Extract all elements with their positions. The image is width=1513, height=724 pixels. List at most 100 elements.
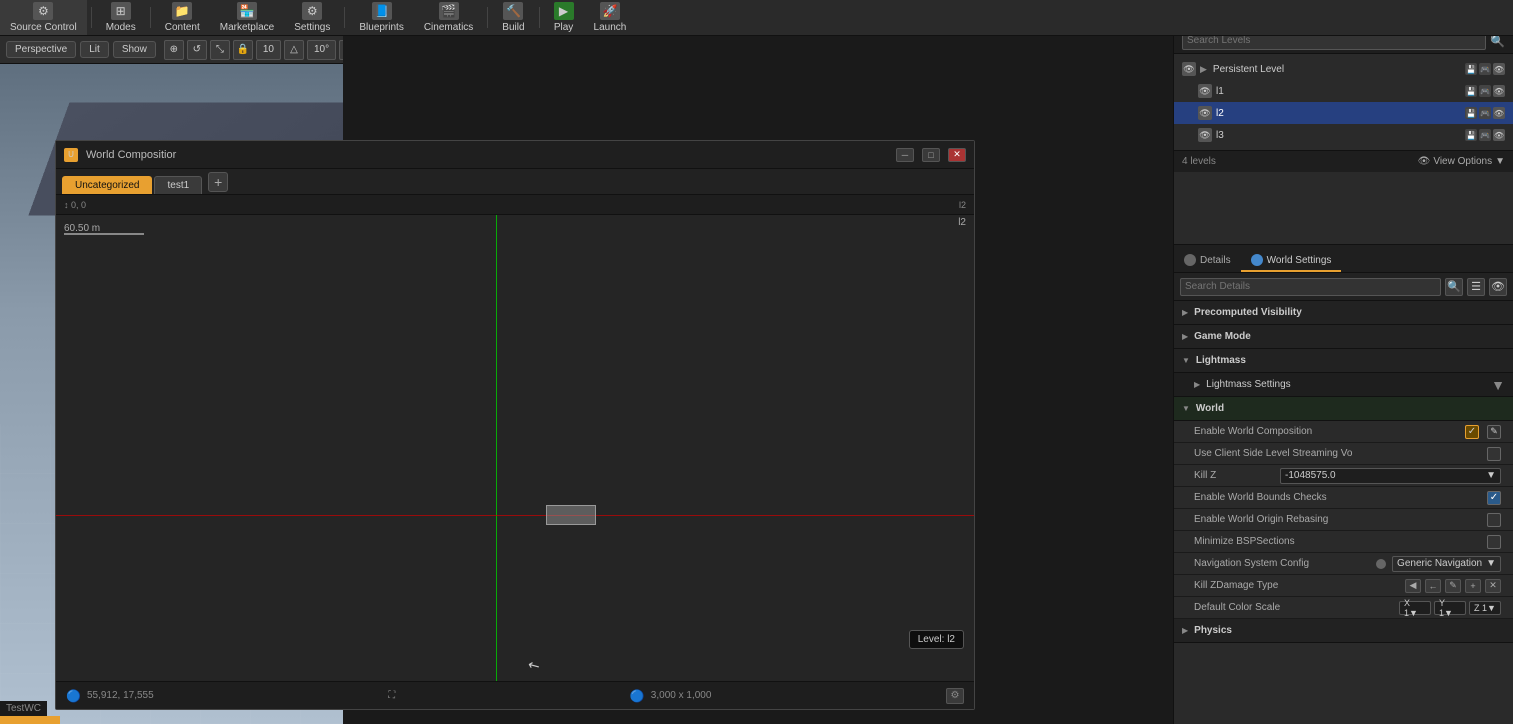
toolbar-content[interactable]: 📁 Content: [155, 0, 210, 35]
level-eye-persistent[interactable]: 👁: [1182, 62, 1196, 76]
wc-restore-btn[interactable]: □: [922, 148, 940, 162]
view-options-btn[interactable]: 👁 View Options ▼: [1418, 156, 1505, 167]
level-l2-play[interactable]: 🎮: [1479, 107, 1491, 119]
tab-details[interactable]: Details: [1174, 250, 1241, 272]
toolbar-play[interactable]: ▶ Play: [544, 0, 584, 35]
enable-world-bounds-label: Enable World Bounds Checks: [1194, 492, 1481, 503]
scale-snap-icon[interactable]: ⊡: [339, 40, 343, 60]
snap-icon[interactable]: 🔒: [233, 40, 253, 60]
wc-tab-uncategorized[interactable]: Uncategorized: [62, 176, 152, 194]
level-vis-icon[interactable]: 👁: [1493, 63, 1505, 75]
top-toolbar: ⚙ Source Control ⊞ Modes 📁 Content 🏪 Mar…: [0, 0, 1513, 36]
levels-count: 4 levels: [1182, 156, 1216, 167]
level-l1-play[interactable]: 🎮: [1479, 85, 1491, 97]
kill-zdmg-label: Kill ZDamage Type: [1194, 580, 1296, 591]
section-game-mode[interactable]: ▶ Game Mode: [1174, 325, 1513, 349]
section-lightmass-settings[interactable]: ▶ Lightmass Settings ▼: [1174, 373, 1513, 397]
level-name-persistent: Persistent Level: [1213, 64, 1461, 75]
toolbar-marketplace[interactable]: 🏪 Marketplace: [210, 0, 284, 35]
toolbar-source-control[interactable]: ⚙ Source Control: [0, 0, 87, 35]
toolbar-cinematics[interactable]: 🎬 Cinematics: [414, 0, 483, 35]
kill-zdmg-arrow-left[interactable]: ◀: [1405, 579, 1421, 593]
section-world[interactable]: ▼ World: [1174, 397, 1513, 421]
nav-system-dropdown[interactable]: Generic Navigation ▼: [1392, 556, 1501, 572]
toolbar-sep-2: [150, 7, 151, 28]
section-lightmass[interactable]: ▼ Lightmass: [1174, 349, 1513, 373]
minimize-bsp-checkbox[interactable]: [1487, 535, 1501, 549]
details-content: ▶ Precomputed Visibility ▶ Game Mode ▼ L…: [1174, 301, 1513, 724]
tab-world-settings[interactable]: World Settings: [1241, 250, 1342, 272]
translate-icon[interactable]: ⊕: [164, 40, 184, 60]
enable-world-composition-edit[interactable]: ✎: [1487, 425, 1501, 439]
rotate-icon[interactable]: ↺: [187, 40, 207, 60]
kill-zdmg-edit[interactable]: ✎: [1445, 579, 1461, 593]
toolbar-settings[interactable]: ⚙ Settings: [284, 0, 340, 35]
lightmass-expand-icon[interactable]: ▼: [1491, 377, 1505, 393]
enable-world-origin-checkbox[interactable]: [1487, 513, 1501, 527]
level-row-l2[interactable]: 👁 l2 💾 🎮 👁: [1174, 102, 1513, 124]
default-color-y[interactable]: Y 1▼: [1434, 601, 1466, 615]
level-l3-vis[interactable]: 👁: [1493, 129, 1505, 141]
lightmass-settings-title: Lightmass Settings: [1206, 379, 1291, 390]
level-l1-vis[interactable]: 👁: [1493, 85, 1505, 97]
enable-world-composition-checkbox[interactable]: ✓: [1465, 425, 1479, 439]
perspective-btn[interactable]: Perspective: [6, 41, 76, 58]
prop-enable-world-origin: Enable World Origin Rebasing: [1174, 509, 1513, 531]
level-l3-play[interactable]: 🎮: [1479, 129, 1491, 141]
level-eye-l2[interactable]: 👁: [1198, 106, 1212, 120]
section-physics[interactable]: ▶ Physics: [1174, 619, 1513, 643]
modes-icon: ⊞: [111, 2, 131, 20]
level-l2-save[interactable]: 💾: [1465, 107, 1477, 119]
section-precomputed-visibility[interactable]: ▶ Precomputed Visibility: [1174, 301, 1513, 325]
kill-zdmg-add2[interactable]: +: [1465, 579, 1481, 593]
level-save-icon[interactable]: 💾: [1465, 63, 1477, 75]
wc-tab-test1[interactable]: test1: [154, 176, 202, 194]
source-control-icon: ⚙: [33, 2, 53, 20]
build-icon: 🔨: [503, 2, 523, 20]
level-l3-save[interactable]: 💾: [1465, 129, 1477, 141]
kill-z-label: Kill Z: [1194, 470, 1274, 481]
wc-canvas-area[interactable]: 60.50 m l2 ↖ Level: l2: [56, 215, 974, 681]
level-l1-save[interactable]: 💾: [1465, 85, 1477, 97]
details-search-input[interactable]: [1180, 278, 1441, 296]
toolbar-blueprints[interactable]: 📘 Blueprints: [349, 0, 413, 35]
toolbar-launch[interactable]: 🚀 Launch: [584, 0, 637, 35]
show-btn[interactable]: Show: [113, 41, 156, 58]
wc-selected-tile[interactable]: [546, 505, 596, 525]
lit-btn[interactable]: Lit: [80, 41, 109, 58]
level-name-l2: l2: [1216, 108, 1461, 119]
level-row-l3[interactable]: 👁 l3 💾 🎮 👁: [1174, 124, 1513, 146]
default-color-x[interactable]: X 1▼: [1399, 601, 1431, 615]
scale-icon[interactable]: ⤡: [210, 40, 230, 60]
wc-cursor: ↖: [525, 655, 544, 676]
wc-tab-add[interactable]: +: [208, 172, 228, 192]
default-color-z[interactable]: Z 1▼: [1469, 601, 1501, 615]
level-eye-l3[interactable]: 👁: [1198, 128, 1212, 142]
angle-value[interactable]: 10°: [307, 40, 336, 60]
level-row-persistent[interactable]: 👁 ▶ Persistent Level 💾 🎮 👁: [1174, 58, 1513, 80]
details-search-btn[interactable]: 🔍: [1445, 278, 1463, 296]
level-name-l1: l1: [1216, 86, 1461, 97]
use-client-side-checkbox[interactable]: [1487, 447, 1501, 461]
level-eye-l1[interactable]: 👁: [1198, 84, 1212, 98]
level-l2-vis[interactable]: 👁: [1493, 107, 1505, 119]
level-row-l1[interactable]: 👁 l1 💾 🎮 👁: [1174, 80, 1513, 102]
wc-minimize-btn[interactable]: ─: [896, 148, 914, 162]
angle-icon[interactable]: △: [284, 40, 304, 60]
toolbar-modes[interactable]: ⊞ Modes: [96, 0, 146, 35]
level-expand-persistent[interactable]: ▶: [1200, 64, 1207, 75]
details-list-view-btn[interactable]: ☰: [1467, 278, 1485, 296]
wc-settings-btn[interactable]: ⚙: [946, 688, 964, 704]
toolbar-build[interactable]: 🔨 Build: [492, 0, 534, 35]
wc-close-btn[interactable]: ✕: [948, 148, 966, 162]
kill-zdmg-remove[interactable]: ✕: [1485, 579, 1501, 593]
prop-use-client-side: Use Client Side Level Streaming Vo: [1174, 443, 1513, 465]
details-eye-btn[interactable]: 👁: [1489, 278, 1507, 296]
wc-coords: 55,912, 17,555: [87, 690, 154, 701]
kill-z-value[interactable]: -1048575.0 ▼: [1280, 468, 1501, 484]
wc-tabs: Uncategorized test1 +: [56, 169, 974, 195]
level-play-icon[interactable]: 🎮: [1479, 63, 1491, 75]
kill-zdmg-add[interactable]: ←: [1425, 579, 1441, 593]
enable-world-bounds-checkbox[interactable]: ✓: [1487, 491, 1501, 505]
grid-snap-value[interactable]: 10: [256, 40, 281, 60]
